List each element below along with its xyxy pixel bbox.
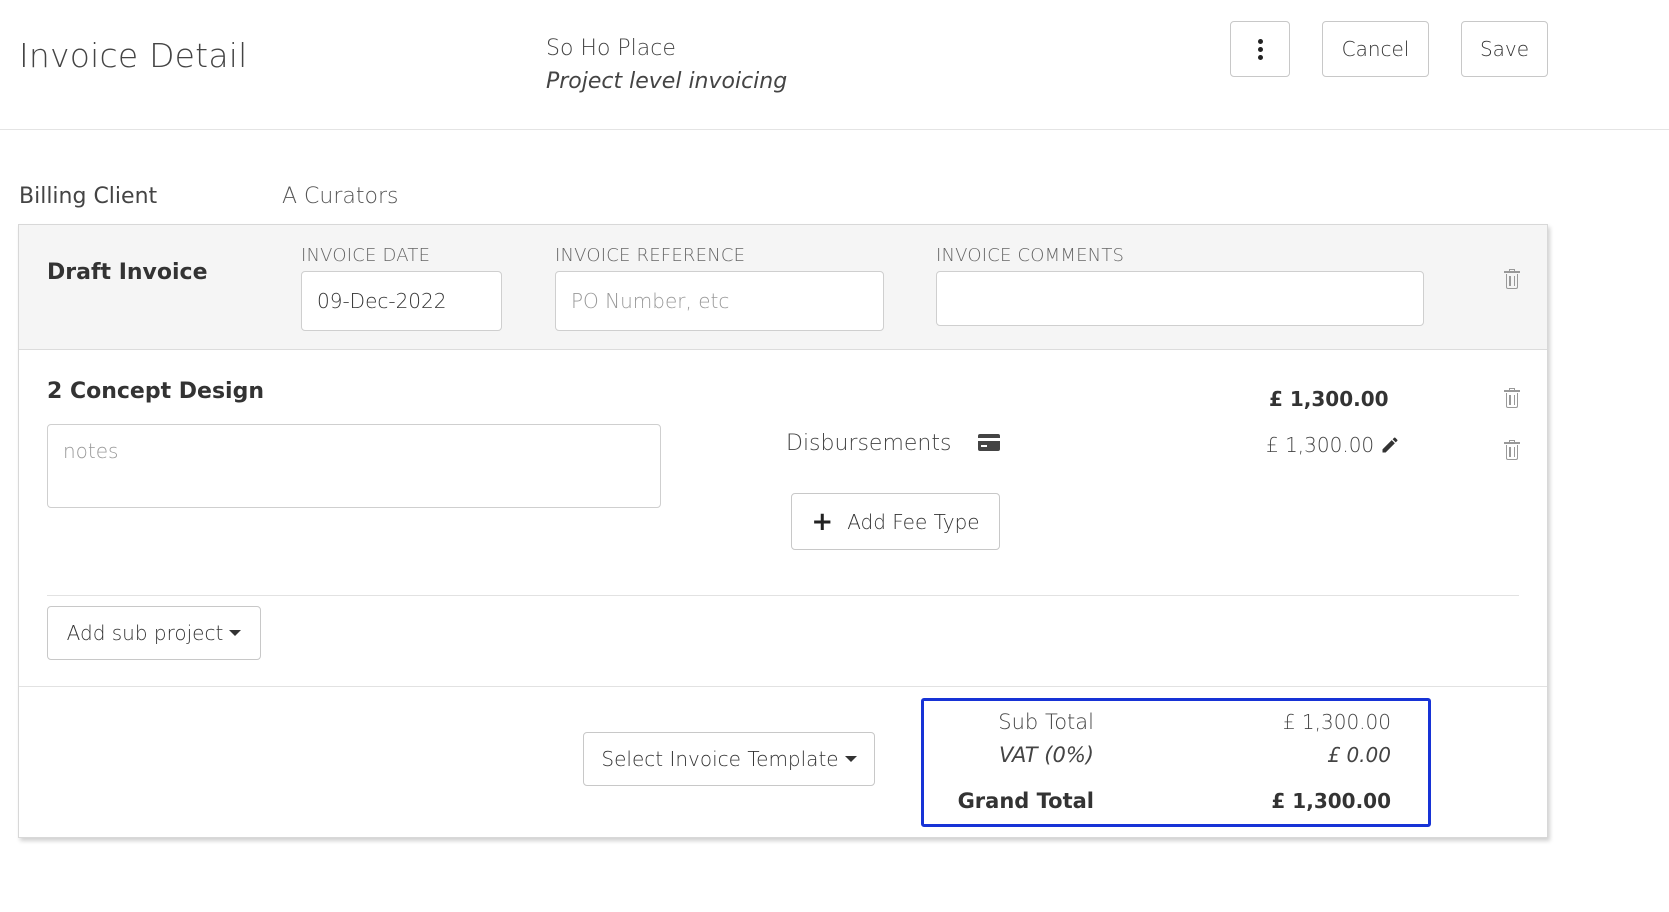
more-options-button[interactable] <box>1230 21 1290 77</box>
caret-down-icon <box>844 756 857 762</box>
billing-client-label: Billing Client <box>19 184 158 209</box>
add-fee-type-label: Add Fee Type <box>847 509 980 534</box>
page-header: Invoice Detail So Ho Place Project level… <box>0 0 1669 130</box>
credit-card-icon <box>978 434 1000 451</box>
divider <box>19 686 1547 687</box>
project-name: So Ho Place <box>546 36 676 61</box>
page-title: Invoice Detail <box>19 36 248 75</box>
delete-fee-trash-icon[interactable] <box>1504 440 1520 460</box>
add-sub-project-button[interactable]: Add sub project <box>47 606 261 660</box>
divider <box>47 595 1519 596</box>
vat-value: £ 0.00 <box>1327 743 1391 767</box>
invoice-date-input[interactable]: 09-Dec-2022 <box>301 271 502 331</box>
draft-invoice-title: Draft Invoice <box>47 260 208 285</box>
grand-total-label: Grand Total <box>957 789 1094 813</box>
notes-textarea[interactable]: notes <box>47 424 661 508</box>
fee-type-label: Disbursements <box>786 431 952 456</box>
project-subtitle: Project level invoicing <box>546 69 788 94</box>
add-sub-project-label: Add sub project <box>66 621 224 645</box>
grand-total-value: £ 1,300.00 <box>1271 789 1391 813</box>
delete-sub-project-trash-icon[interactable] <box>1504 388 1520 408</box>
delete-invoice-trash-icon[interactable] <box>1504 269 1520 289</box>
vat-label: VAT (0%) <box>999 743 1094 767</box>
invoice-comments-input[interactable] <box>936 271 1424 326</box>
sub-project-amount: £ 1,300.00 <box>1269 387 1389 411</box>
cancel-button[interactable]: Cancel <box>1322 21 1429 77</box>
invoice-card: Draft Invoice INVOICE DATE 09-Dec-2022 I… <box>18 224 1548 838</box>
invoice-comments-label: INVOICE COMMENTS <box>936 245 1125 266</box>
add-fee-type-button[interactable]: + Add Fee Type <box>791 493 1000 550</box>
sub-total-label: Sub Total <box>998 710 1094 734</box>
sub-total-value: £ 1,300.00 <box>1282 710 1391 734</box>
plus-icon: + <box>811 506 834 537</box>
billing-client-value: A Curators <box>282 184 399 209</box>
save-button[interactable]: Save <box>1461 21 1548 77</box>
more-vertical-icon <box>1257 38 1263 60</box>
select-template-label: Select Invoice Template <box>601 747 839 771</box>
pencil-icon[interactable] <box>1380 435 1400 455</box>
sub-project-title: 2 Concept Design <box>47 379 265 404</box>
invoice-reference-input[interactable]: PO Number, etc <box>555 271 884 331</box>
invoice-date-label: INVOICE DATE <box>301 245 431 266</box>
fee-amount: £ 1,300.00 <box>1266 433 1375 457</box>
totals-summary: Sub Total £ 1,300.00 VAT (0%) £ 0.00 Gra… <box>921 698 1431 827</box>
caret-down-icon <box>229 630 242 636</box>
invoice-reference-label: INVOICE REFERENCE <box>555 245 746 266</box>
invoice-header-section: Draft Invoice INVOICE DATE 09-Dec-2022 I… <box>19 225 1547 350</box>
select-invoice-template-button[interactable]: Select Invoice Template <box>583 732 875 786</box>
